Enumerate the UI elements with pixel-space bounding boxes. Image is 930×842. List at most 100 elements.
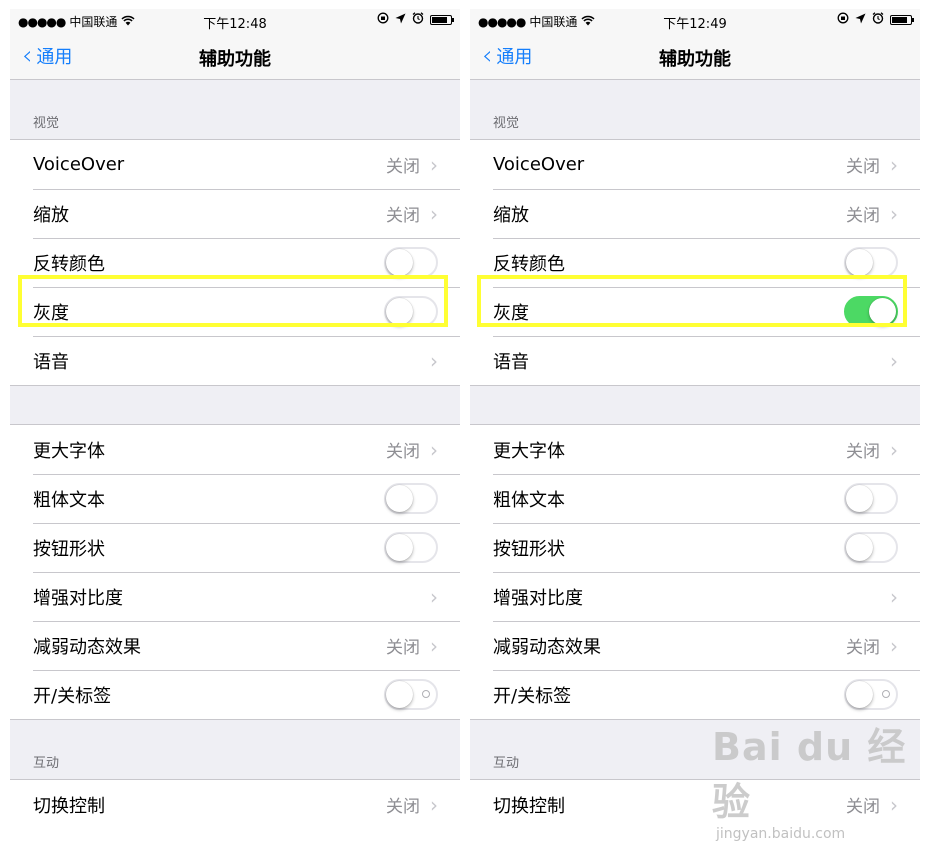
section-header-vision: 视觉 xyxy=(33,116,60,131)
chevron-right-icon: › xyxy=(890,633,898,658)
row-label: VoiceOver xyxy=(33,154,125,175)
off-label-icon xyxy=(422,690,430,698)
row-grayscale: 灰度 xyxy=(10,287,460,336)
row-bold-text: 粗体文本 xyxy=(470,474,920,523)
chevron-right-icon: › xyxy=(890,348,898,373)
section-interaction: 切换控制 关闭 › xyxy=(10,779,460,820)
row-increase-contrast[interactable]: 增强对比度 › xyxy=(10,572,460,621)
chevron-right-icon: › xyxy=(430,437,438,462)
row-detail: 关闭 xyxy=(386,206,420,226)
row-label: 减弱动态效果 xyxy=(33,636,141,658)
row-label: 反转颜色 xyxy=(493,253,565,275)
row-detail: 关闭 xyxy=(386,442,420,462)
button-shapes-toggle[interactable] xyxy=(844,532,898,563)
row-invert-colors: 反转颜色 xyxy=(10,238,460,287)
page-title: 辅助功能 xyxy=(199,49,271,70)
row-voiceover[interactable]: VoiceOver 关闭 › xyxy=(10,140,460,189)
row-button-shapes: 按钮形状 xyxy=(10,523,460,572)
row-label: 按钮形状 xyxy=(493,538,565,560)
chevron-right-icon: › xyxy=(890,584,898,609)
chevron-right-icon: › xyxy=(890,152,898,177)
phone-screen-left: ●●●●● 中国联通 下午12:48 ‹ 通用 辅助功能 视觉 VoiceOve… xyxy=(10,9,460,820)
row-reduce-motion[interactable]: 减弱动态效果 关闭 › xyxy=(10,621,460,670)
row-label: 开/关标签 xyxy=(493,685,572,707)
section-header-interaction: 互动 xyxy=(33,756,60,771)
invert-colors-toggle[interactable] xyxy=(844,247,898,278)
chevron-right-icon: › xyxy=(890,201,898,226)
row-label: 缩放 xyxy=(33,204,69,226)
button-shapes-toggle[interactable] xyxy=(384,532,438,563)
phone-screen-right: ●●●●● 中国联通 下午12:49 ‹ 通用 辅助功能 视觉 VoiceOve… xyxy=(470,9,920,820)
row-label: 切换控制 xyxy=(493,795,565,817)
row-button-shapes: 按钮形状 xyxy=(470,523,920,572)
chevron-right-icon: › xyxy=(430,792,438,817)
baidu-watermark: Bai du 经验 jingyan.baidu.com xyxy=(712,716,930,842)
status-bar: ●●●●● 中国联通 下午12:49 xyxy=(470,9,920,33)
watermark-url: jingyan.baidu.com xyxy=(716,826,846,842)
row-invert-colors: 反转颜色 xyxy=(470,238,920,287)
row-label: 开/关标签 xyxy=(33,685,112,707)
row-label: 缩放 xyxy=(493,204,529,226)
grayscale-toggle[interactable] xyxy=(844,296,898,327)
row-label: 增强对比度 xyxy=(33,587,123,609)
row-speech[interactable]: 语音 › xyxy=(470,336,920,385)
orientation-lock-icon xyxy=(837,12,849,27)
row-label: 更大字体 xyxy=(33,440,105,462)
section-vision: VoiceOver 关闭 › 缩放 关闭 › 反转颜色 灰度 语音 › xyxy=(10,139,460,386)
row-label: 减弱动态效果 xyxy=(493,636,601,658)
row-detail: 关闭 xyxy=(386,157,420,177)
bold-text-toggle[interactable] xyxy=(384,483,438,514)
row-detail: 关闭 xyxy=(386,797,420,817)
navigation-bar: ‹ 通用 辅助功能 xyxy=(470,33,920,80)
row-detail: 关闭 xyxy=(846,442,880,462)
section-vision: VoiceOver 关闭 › 缩放 关闭 › 反转颜色 灰度 语音 › xyxy=(470,139,920,386)
navigation-bar: ‹ 通用 辅助功能 xyxy=(10,33,460,80)
row-detail: 关闭 xyxy=(846,206,880,226)
row-on-off-labels: 开/关标签 xyxy=(10,670,460,719)
chevron-right-icon: › xyxy=(430,201,438,226)
section-display: 更大字体 关闭 › 粗体文本 按钮形状 增强对比度 › 减弱动态效果 关闭 › xyxy=(470,424,920,720)
status-bar: ●●●●● 中国联通 下午12:48 xyxy=(10,9,460,33)
section-header-vision: 视觉 xyxy=(493,116,520,131)
row-on-off-labels: 开/关标签 xyxy=(470,670,920,719)
row-switch-control[interactable]: 切换控制 关闭 › xyxy=(10,780,460,820)
row-reduce-motion[interactable]: 减弱动态效果 关闭 › xyxy=(470,621,920,670)
row-increase-contrast[interactable]: 增强对比度 › xyxy=(470,572,920,621)
location-icon xyxy=(855,13,866,27)
chevron-right-icon: › xyxy=(430,152,438,177)
row-detail: 关闭 xyxy=(846,157,880,177)
row-speech[interactable]: 语音 › xyxy=(10,336,460,385)
row-label: 灰度 xyxy=(33,302,69,324)
invert-colors-toggle[interactable] xyxy=(384,247,438,278)
row-bold-text: 粗体文本 xyxy=(10,474,460,523)
location-icon xyxy=(395,13,406,27)
chevron-right-icon: › xyxy=(890,437,898,462)
row-larger-text[interactable]: 更大字体 关闭 › xyxy=(470,425,920,474)
row-label: 更大字体 xyxy=(493,440,565,462)
row-zoom[interactable]: 缩放 关闭 › xyxy=(470,189,920,238)
row-larger-text[interactable]: 更大字体 关闭 › xyxy=(10,425,460,474)
chevron-right-icon: › xyxy=(430,633,438,658)
settings-list: 视觉 VoiceOver 关闭 › 缩放 关闭 › 反转颜色 灰度 语音 › 更… xyxy=(470,80,920,820)
grayscale-toggle[interactable] xyxy=(384,296,438,327)
battery-icon xyxy=(430,14,454,25)
row-voiceover[interactable]: VoiceOver 关闭 › xyxy=(470,140,920,189)
orientation-lock-icon xyxy=(377,12,389,27)
row-zoom[interactable]: 缩放 关闭 › xyxy=(10,189,460,238)
row-detail: 关闭 xyxy=(846,638,880,658)
row-label: 增强对比度 xyxy=(493,587,583,609)
chevron-right-icon: › xyxy=(430,584,438,609)
settings-list: 视觉 VoiceOver 关闭 › 缩放 关闭 › 反转颜色 灰度 语音 › 更… xyxy=(10,80,460,820)
row-label: VoiceOver xyxy=(493,154,585,175)
row-label: 语音 xyxy=(33,351,69,373)
page-title: 辅助功能 xyxy=(659,49,731,70)
on-off-labels-toggle[interactable] xyxy=(844,679,898,710)
row-label: 粗体文本 xyxy=(33,489,105,511)
bold-text-toggle[interactable] xyxy=(844,483,898,514)
row-label: 反转颜色 xyxy=(33,253,105,275)
row-detail: 关闭 xyxy=(386,638,420,658)
row-label: 切换控制 xyxy=(33,795,105,817)
on-off-labels-toggle[interactable] xyxy=(384,679,438,710)
